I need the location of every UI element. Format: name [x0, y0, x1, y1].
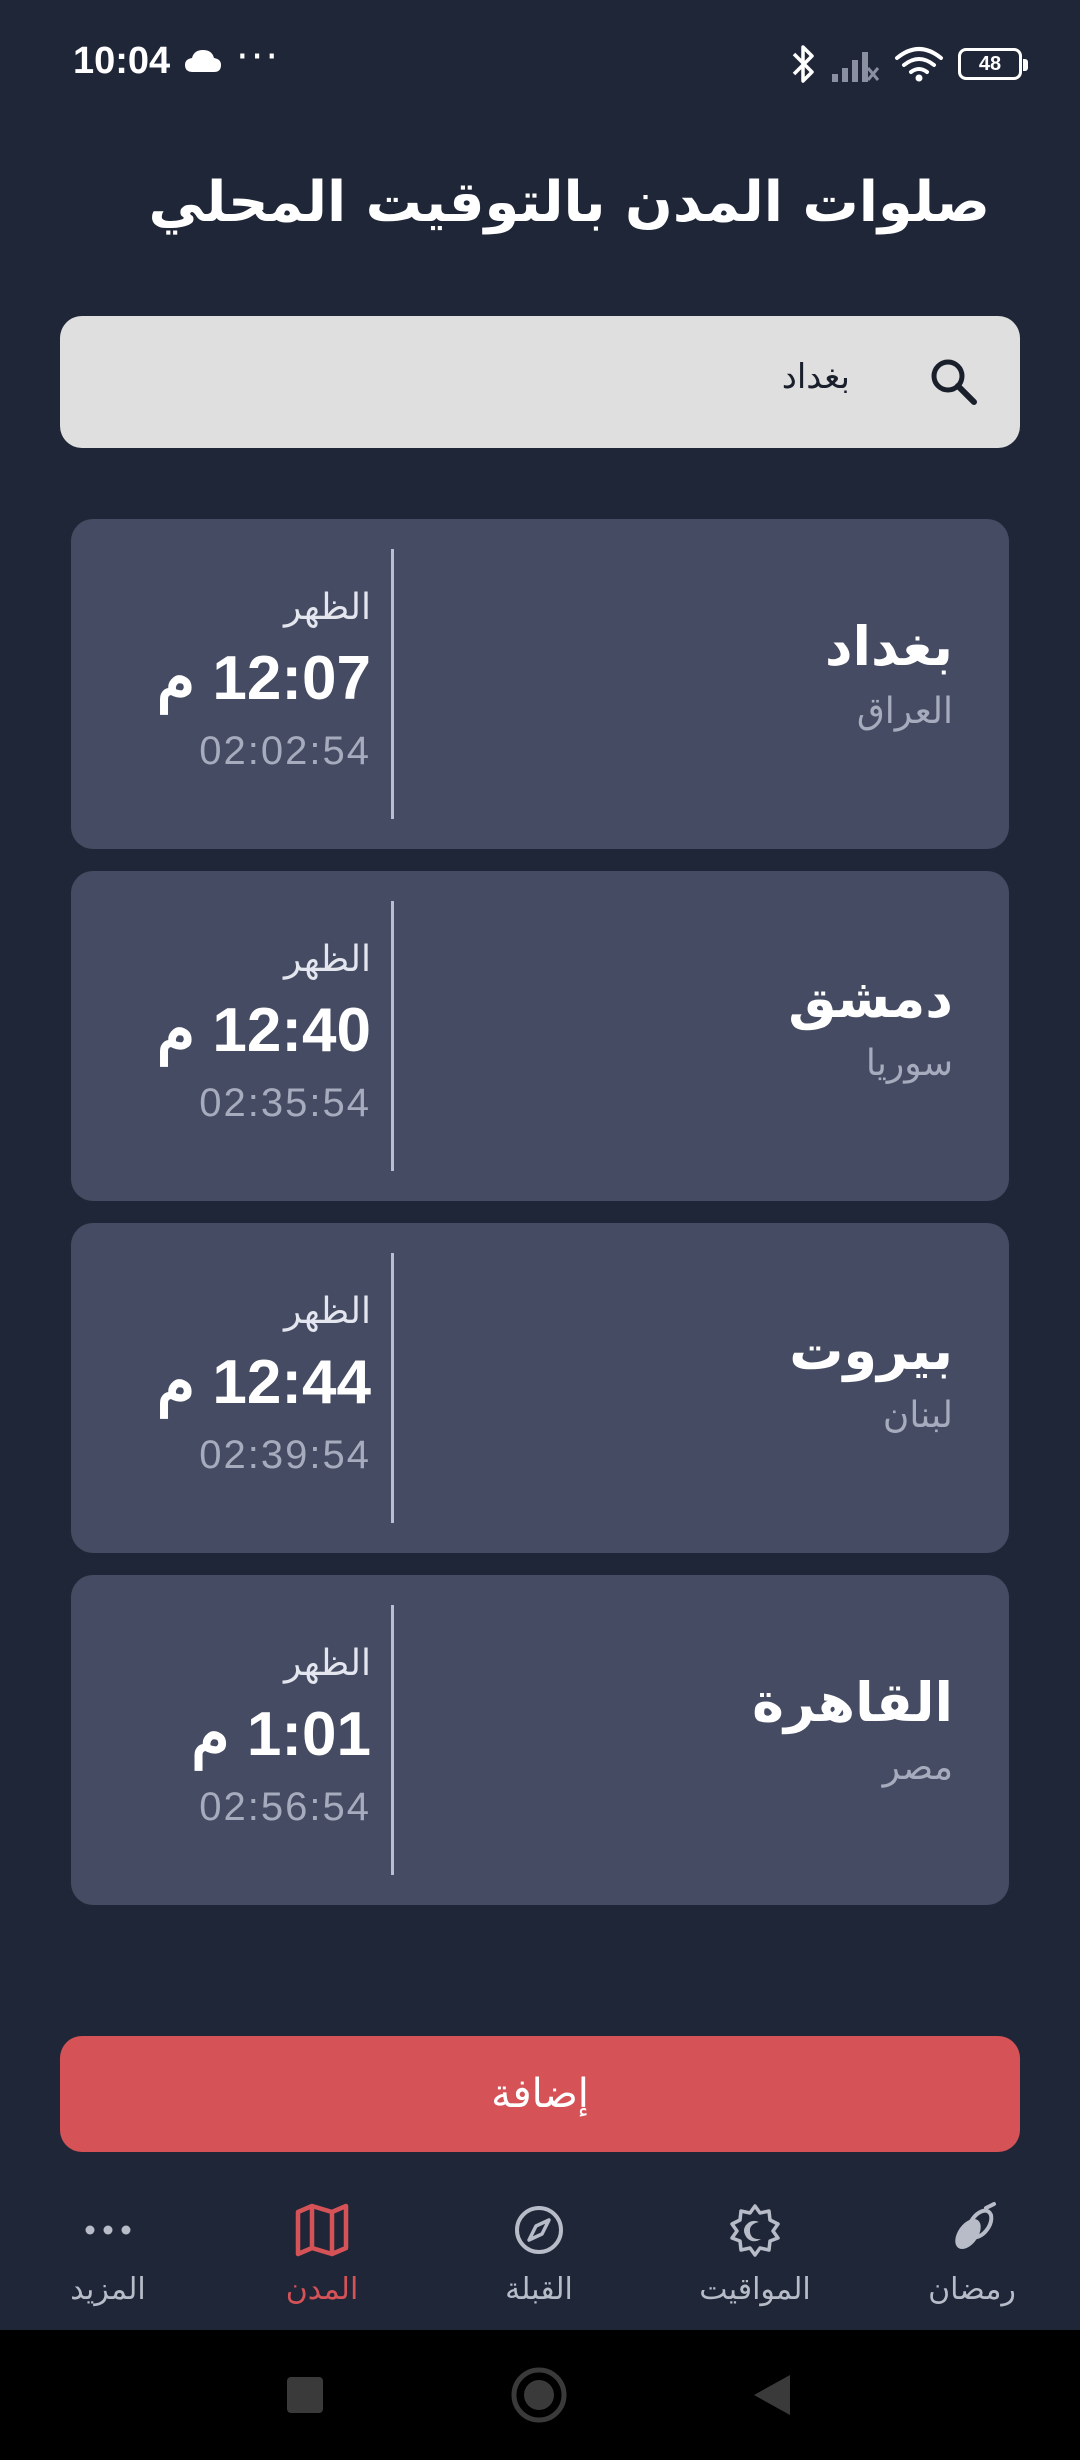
- card-divider: [391, 1253, 394, 1523]
- nav-label: المزيد: [70, 2272, 146, 2307]
- city-name: بيروت: [789, 1319, 953, 1382]
- bottom-nav: المزيد المدن القبلة المواقيت رمضان: [0, 2170, 1080, 2330]
- city-card[interactable]: دمشق سوريا الظهر 12:40 م 02:35:54: [71, 871, 1009, 1201]
- dates-icon: [942, 2200, 1002, 2260]
- city-name: بغداد: [824, 615, 953, 678]
- prayer-name: الظهر: [284, 1291, 371, 1332]
- card-divider: [391, 549, 394, 819]
- nav-label: المدن: [285, 2272, 359, 2307]
- battery-icon: 48: [958, 48, 1028, 80]
- status-bar: 10:04 ··· 48: [0, 0, 1080, 130]
- prayer-time: 12:40 م: [156, 996, 371, 1065]
- city-country: مصر: [882, 1747, 953, 1788]
- search-input[interactable]: [248, 356, 852, 398]
- more-dots-icon: ···: [236, 34, 281, 80]
- page-title: صلوات المدن بالتوقيت المحلي: [148, 170, 990, 235]
- card-divider: [391, 901, 394, 1171]
- city-list: بغداد العراق الظهر 12:07 م 02:02:54 دمشق…: [71, 519, 1009, 1927]
- city-name: دمشق: [788, 967, 953, 1030]
- nav-item-cities[interactable]: المدن: [222, 2200, 422, 2320]
- recents-button[interactable]: [275, 2365, 335, 2425]
- circle-icon: [511, 2367, 567, 2423]
- bluetooth-icon: [792, 45, 814, 83]
- signal-icon: [832, 52, 880, 82]
- system-nav-bar: [0, 2330, 1080, 2460]
- back-button[interactable]: [742, 2365, 802, 2425]
- prayer-time: 12:07 م: [156, 644, 371, 713]
- triangle-back-icon: [754, 2375, 790, 2415]
- map-icon: [292, 2200, 352, 2260]
- city-country: العراق: [856, 691, 953, 732]
- more-dots-icon: [78, 2200, 138, 2260]
- nav-item-more[interactable]: المزيد: [8, 2200, 208, 2320]
- nav-label: القبلة: [505, 2272, 573, 2307]
- square-icon: [287, 2377, 323, 2413]
- search-bar[interactable]: [60, 316, 1020, 448]
- city-card[interactable]: القاهرة مصر الظهر 1:01 م 02:56:54: [71, 1575, 1009, 1905]
- nav-item-times[interactable]: المواقيت: [655, 2200, 855, 2320]
- city-name: القاهرة: [752, 1671, 953, 1734]
- countdown: 02:02:54: [199, 729, 371, 773]
- prayer-name: الظهر: [284, 939, 371, 980]
- search-icon[interactable]: [928, 356, 980, 408]
- cloud-icon: [185, 50, 221, 72]
- prayer-name: الظهر: [284, 587, 371, 628]
- countdown: 02:39:54: [199, 1433, 371, 1477]
- card-divider: [391, 1605, 394, 1875]
- nav-item-ramadan[interactable]: رمضان: [872, 2200, 1072, 2320]
- city-card[interactable]: بيروت لبنان الظهر 12:44 م 02:39:54: [71, 1223, 1009, 1553]
- city-card[interactable]: بغداد العراق الظهر 12:07 م 02:02:54: [71, 519, 1009, 849]
- nav-label: رمضان: [928, 2272, 1016, 2307]
- city-country: لبنان: [882, 1395, 953, 1436]
- crescent-gear-icon: [725, 2200, 785, 2260]
- home-button[interactable]: [509, 2365, 569, 2425]
- prayer-time: 1:01 م: [191, 1700, 371, 1769]
- prayer-name: الظهر: [284, 1643, 371, 1684]
- nav-label: المواقيت: [699, 2272, 811, 2307]
- countdown: 02:56:54: [199, 1785, 371, 1829]
- status-icons: 48: [790, 40, 1028, 88]
- prayer-time: 12:44 م: [156, 1348, 371, 1417]
- wifi-icon: [895, 47, 943, 82]
- nav-item-qibla[interactable]: القبلة: [439, 2200, 639, 2320]
- countdown: 02:35:54: [199, 1081, 371, 1125]
- status-time: 10:04: [73, 40, 171, 82]
- add-button[interactable]: إضافة: [60, 2036, 1020, 2152]
- compass-icon: [509, 2200, 569, 2260]
- city-country: سوريا: [865, 1043, 953, 1084]
